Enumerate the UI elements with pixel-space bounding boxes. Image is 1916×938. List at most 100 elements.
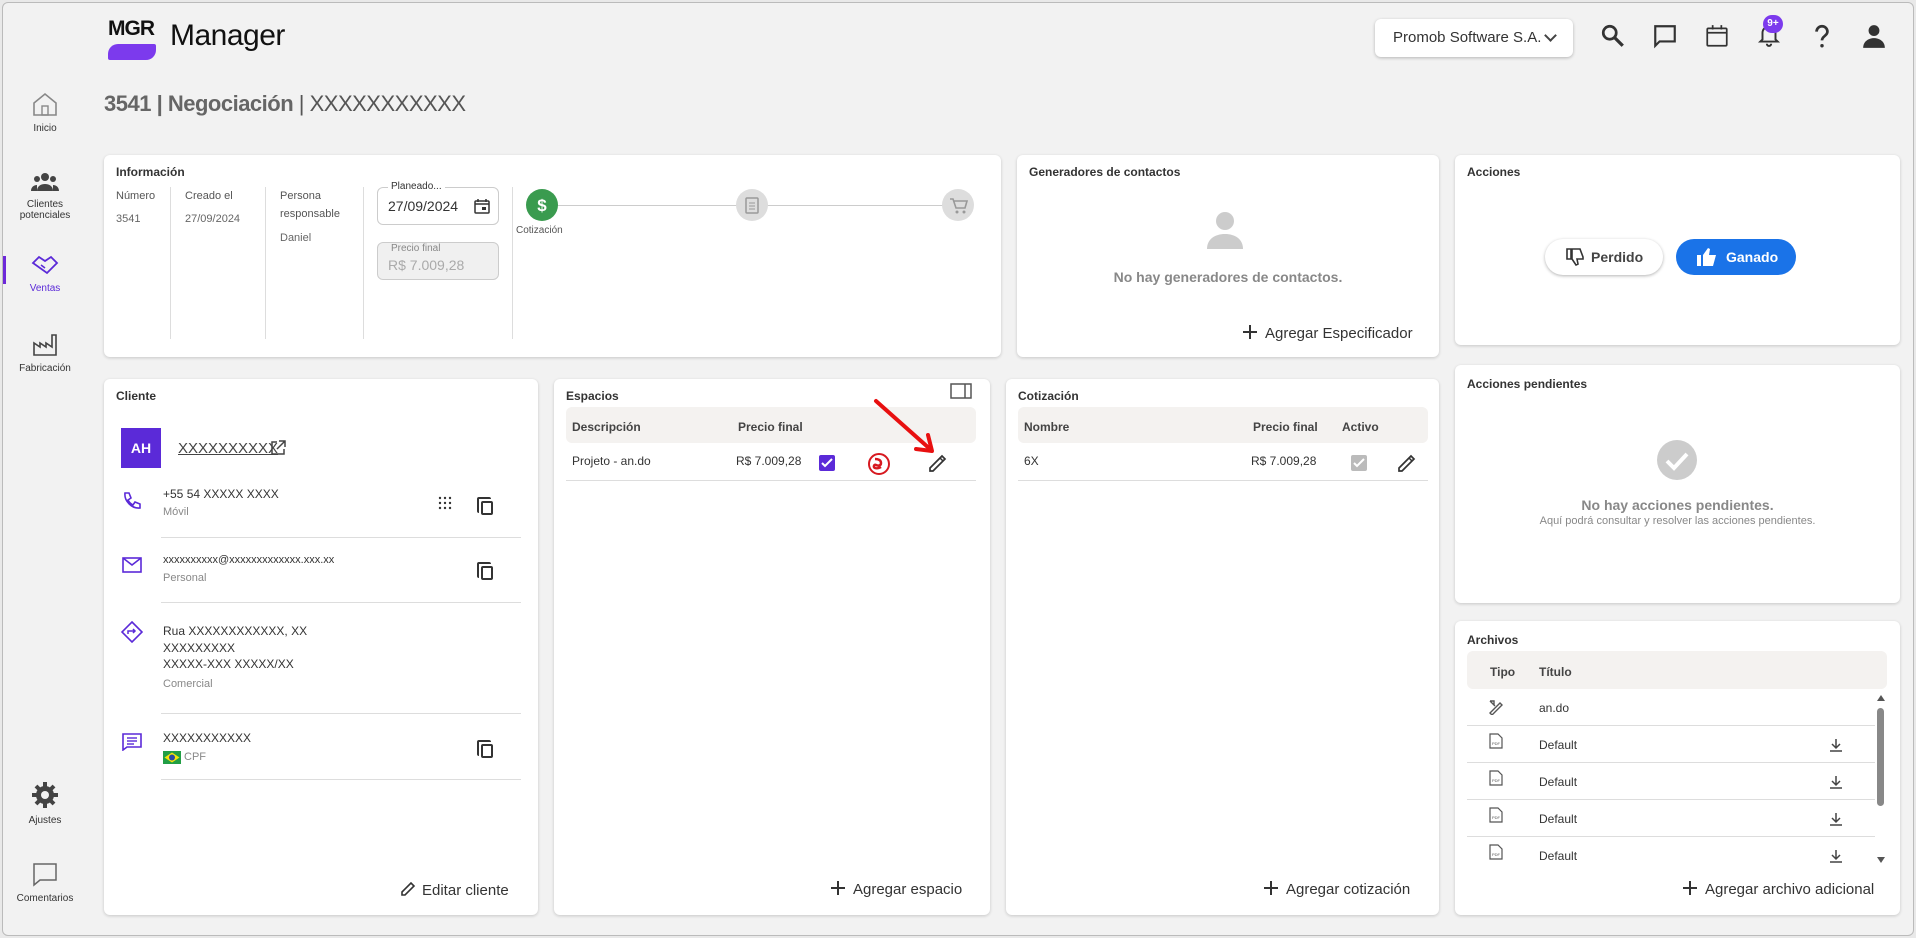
copy-document-icon[interactable]	[477, 740, 493, 758]
add-espacio-button[interactable]: Agregar espacio	[831, 881, 962, 898]
pdf-icon: PDF	[1489, 807, 1503, 823]
ganado-button[interactable]: Ganado	[1676, 239, 1796, 275]
view-columns-icon[interactable]	[950, 383, 972, 399]
sidebar-label: Ajustes	[28, 815, 62, 826]
cotizacion-title: Cotización	[1018, 389, 1079, 403]
pdf-icon: PDF	[1489, 770, 1503, 786]
address-line-3: XXXXX-XXX XXXXX/XX	[163, 657, 294, 671]
persona-value: Daniel	[280, 232, 312, 244]
download-icon[interactable]	[1829, 775, 1843, 789]
edit-client-button[interactable]: Editar cliente	[400, 881, 509, 899]
download-icon[interactable]	[1829, 738, 1843, 752]
copy-phone-icon[interactable]	[477, 497, 493, 515]
col-tipo: Tipo	[1490, 665, 1516, 679]
mail-icon	[122, 557, 142, 573]
scroll-up-arrow[interactable]	[1877, 695, 1885, 701]
sidebar-label: Inicio	[33, 123, 57, 134]
logo-text: MGR	[108, 17, 155, 40]
cliente-title: Cliente	[116, 389, 157, 403]
perdido-label: Perdido	[1591, 249, 1644, 265]
download-icon[interactable]	[1829, 849, 1843, 863]
creado-label: Creado el	[185, 190, 233, 202]
search-icon[interactable]	[1600, 23, 1626, 49]
scrollbar-thumb[interactable]	[1877, 708, 1884, 806]
calendar-icon[interactable]	[474, 198, 490, 214]
thumbs-down-icon	[1566, 248, 1584, 266]
col-activo: Activo	[1342, 420, 1379, 434]
account-icon[interactable]	[1861, 23, 1887, 49]
plus-icon	[1683, 881, 1697, 895]
perdido-button[interactable]: Perdido	[1545, 239, 1663, 275]
logo-swoosh	[108, 44, 156, 60]
sidebar-item-comentarios[interactable]: Comentarios	[3, 861, 87, 904]
page-title: 3541 | Negociación | XXXXXXXXXXX	[104, 91, 466, 116]
sidebar-label: Fabricación	[19, 363, 71, 374]
notification-badge: 9+	[1763, 15, 1783, 33]
pendientes-empty: No hay acciones pendientes.	[1581, 497, 1774, 513]
divider	[1467, 762, 1875, 763]
copy-email-icon[interactable]	[477, 562, 493, 580]
chat-icon[interactable]	[1652, 23, 1678, 49]
document-type: CPF	[184, 751, 206, 763]
col-nombre: Nombre	[1024, 420, 1070, 434]
numero-label: Número	[116, 190, 156, 202]
avatar: AH	[121, 428, 161, 468]
red-arrow-annotation	[874, 399, 934, 453]
espacios-card: Espacios Descripción Precio final Projet…	[554, 379, 990, 915]
svg-text:PDF: PDF	[1492, 778, 1501, 783]
divider	[1467, 725, 1875, 726]
sidebar-item-fabricacion[interactable]: Fabricación	[3, 333, 87, 374]
people-icon	[31, 173, 59, 191]
planeado-field[interactable]: Planeado... 27/09/2024	[377, 181, 499, 225]
edit-pencil-icon[interactable]	[1396, 452, 1418, 474]
dialpad-icon[interactable]	[438, 496, 452, 510]
divider	[265, 187, 266, 339]
espacio-precio: R$ 7.009,28	[736, 454, 802, 468]
top-bar: MGR Manager Promob Software S.A. 9+	[3, 3, 1913, 67]
company-selector[interactable]: Promob Software S.A.	[1375, 19, 1573, 57]
sidebar-item-ajustes[interactable]: Ajustes	[3, 781, 87, 826]
cliente-name-link[interactable]: XXXXXXXXXX	[178, 440, 278, 457]
archivo-title: Default	[1539, 812, 1578, 826]
sidebar-item-ventas[interactable]: Ventas	[3, 253, 87, 294]
plus-icon	[831, 881, 845, 895]
external-link-icon[interactable]	[270, 440, 286, 456]
add-archivo-label: Agregar archivo adicional	[1705, 881, 1875, 898]
step-compra[interactable]	[942, 189, 974, 221]
add-archivo-button[interactable]: Agregar archivo adicional	[1683, 881, 1874, 898]
activo-checkbox[interactable]	[1351, 455, 1367, 471]
svg-text:PDF: PDF	[1492, 852, 1501, 857]
app-logo[interactable]: MGR	[104, 14, 158, 60]
col-descripcion: Descripción	[572, 420, 641, 434]
pendientes-card: Acciones pendientes No hay acciones pend…	[1455, 365, 1900, 603]
cotizacion-precio: R$ 7.009,28	[1251, 454, 1317, 468]
espacio-checkbox[interactable]	[819, 455, 835, 471]
precio-label: Precio final	[391, 243, 441, 254]
sidebar-item-inicio[interactable]: Inicio	[3, 91, 87, 134]
col-precio-final: Precio final	[1253, 420, 1318, 434]
add-especificador-button[interactable]: Agregar Especificador	[1243, 325, 1413, 342]
divider	[161, 779, 521, 780]
creado-value: 27/09/2024	[185, 213, 241, 225]
design-icon	[1489, 700, 1503, 715]
help-icon[interactable]	[1809, 23, 1835, 49]
svg-text:$: $	[537, 196, 547, 215]
step-cotizacion[interactable]: $	[526, 189, 558, 221]
add-cotizacion-button[interactable]: Agregar cotización	[1264, 881, 1410, 898]
divider	[1467, 799, 1875, 800]
divider	[161, 602, 521, 603]
planeado-label: Planeado...	[388, 181, 445, 192]
scrollbar[interactable]	[1876, 695, 1886, 865]
document-number: XXXXXXXXXXX	[163, 731, 252, 745]
sidebar-item-clientes[interactable]: Clientes potenciales	[3, 171, 87, 221]
step-pedido[interactable]	[736, 189, 768, 221]
scroll-down-arrow[interactable]	[1877, 857, 1885, 863]
sidebar-label: Clientes potenciales	[19, 199, 71, 221]
calendar-icon[interactable]	[1704, 23, 1730, 49]
precio-field: Precio final R$ 7.009,28	[377, 242, 499, 280]
download-icon[interactable]	[1829, 812, 1843, 826]
email-address: xxxxxxxxxx@xxxxxxxxxxxxx.xxx.xx	[163, 554, 335, 566]
pendientes-title: Acciones pendientes	[1467, 377, 1588, 391]
archivo-title: an.do	[1539, 701, 1570, 715]
check-icon	[821, 458, 833, 468]
